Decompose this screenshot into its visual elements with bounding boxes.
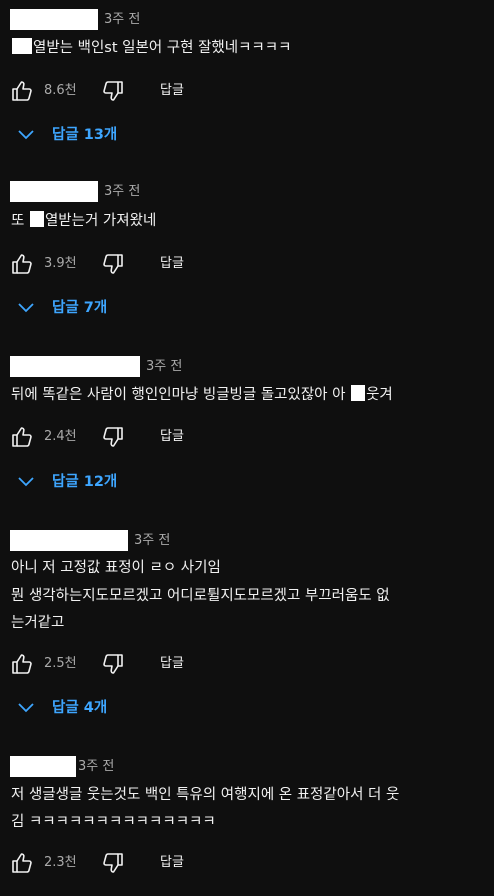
comment-actions: 8.6천 답글 xyxy=(0,79,494,103)
comment-text-part: 열받는거 가져왔네 xyxy=(44,213,157,229)
comment-time: 3주 전 xyxy=(134,533,171,548)
replies-count: 답글 7개 xyxy=(52,300,108,316)
comment-text-part: 웃겨 xyxy=(366,387,393,403)
comment-text-part: 또 xyxy=(11,213,29,229)
comment-time: 3주 전 xyxy=(104,184,141,199)
replies-count: 답글 12개 xyxy=(52,474,118,490)
comment-text-line: 아니 저 고정값 표정이 ㄹㅇ 사기임 xyxy=(11,560,221,576)
comment-text: 열받는 백인st 일본어 구현 잘했네ㅋㅋㅋㅋ xyxy=(11,37,291,59)
comment-text-line: 저 생글생글 웃는것도 백인 특유의 여행지에 온 표정같아서 더 웃 xyxy=(11,787,400,803)
thumbs-down-icon[interactable] xyxy=(101,652,125,676)
reply-button[interactable]: 답글 xyxy=(160,428,184,446)
view-replies-button[interactable]: 답글 13개 xyxy=(18,124,218,146)
thumbs-up-icon[interactable] xyxy=(10,425,34,449)
author-name-redacted[interactable] xyxy=(10,756,76,777)
view-replies-button[interactable]: 답글 12개 xyxy=(18,471,218,493)
thumbs-down-icon[interactable] xyxy=(101,851,125,875)
thumbs-down-icon[interactable] xyxy=(101,252,125,276)
chevron-down-icon xyxy=(18,477,34,487)
thumbs-up-icon[interactable] xyxy=(10,252,34,276)
censor-block xyxy=(12,38,32,54)
chevron-down-icon xyxy=(18,303,34,313)
comment-text-line: 뭔 생각하는지도모르겠고 어디로튈지도모르겠고 부끄러움도 없 xyxy=(11,588,390,604)
comment-time: 3주 전 xyxy=(146,359,183,374)
like-count: 2.3천 xyxy=(44,855,77,870)
comment-text-line: 김 ㅋㅋㅋㅋㅋㅋㅋㅋㅋㅋㅋㅋㅋㅋ xyxy=(11,814,216,830)
like-count: 3.9천 xyxy=(44,256,77,271)
comment-actions: 2.3천 답글 xyxy=(0,851,494,875)
comment-text: 또 열받는거 가져왔네 xyxy=(11,210,156,232)
view-replies-button[interactable]: 답글 4개 xyxy=(18,697,218,719)
view-replies-button[interactable]: 답글 7개 xyxy=(18,297,218,319)
like-count: 2.4천 xyxy=(44,429,77,444)
like-count: 8.6천 xyxy=(44,83,77,98)
censor-block xyxy=(351,385,366,401)
thumbs-up-icon[interactable] xyxy=(10,652,34,676)
comment-time: 3주 전 xyxy=(104,12,141,27)
censor-block xyxy=(29,211,44,227)
comment-text-part: 뒤에 똑같은 사람이 행인인마냥 빙글빙글 돌고있잖아 아 xyxy=(11,387,351,403)
comment-actions: 3.9천 답글 xyxy=(0,252,494,276)
thumbs-down-icon[interactable] xyxy=(101,79,125,103)
chevron-down-icon xyxy=(18,130,34,140)
thumbs-down-icon[interactable] xyxy=(101,425,125,449)
comment-text-line: 는거같고 xyxy=(11,615,65,631)
comment-text-part: 열받는 백인st 일본어 구현 잘했네ㅋㅋㅋㅋ xyxy=(33,40,292,56)
replies-count: 답글 13개 xyxy=(52,127,118,143)
reply-button[interactable]: 답글 xyxy=(160,655,184,673)
comment-actions: 2.4천 답글 xyxy=(0,425,494,449)
comment-text: 뒤에 똑같은 사람이 행인인마냥 빙글빙글 돌고있잖아 아 웃겨 xyxy=(11,384,393,406)
thumbs-up-icon[interactable] xyxy=(10,79,34,103)
author-name-redacted[interactable] xyxy=(10,9,98,30)
author-name-redacted[interactable] xyxy=(10,181,98,202)
author-name-redacted[interactable] xyxy=(10,530,128,551)
author-name-redacted[interactable] xyxy=(10,356,140,377)
like-count: 2.5천 xyxy=(44,656,77,671)
chevron-down-icon xyxy=(18,703,34,713)
reply-button[interactable]: 답글 xyxy=(160,82,184,100)
reply-button[interactable]: 답글 xyxy=(160,854,184,872)
comment-time: 3주 전 xyxy=(78,759,115,774)
thumbs-up-icon[interactable] xyxy=(10,851,34,875)
comment-actions: 2.5천 답글 xyxy=(0,652,494,676)
reply-button[interactable]: 답글 xyxy=(160,255,184,273)
replies-count: 답글 4개 xyxy=(52,700,108,716)
